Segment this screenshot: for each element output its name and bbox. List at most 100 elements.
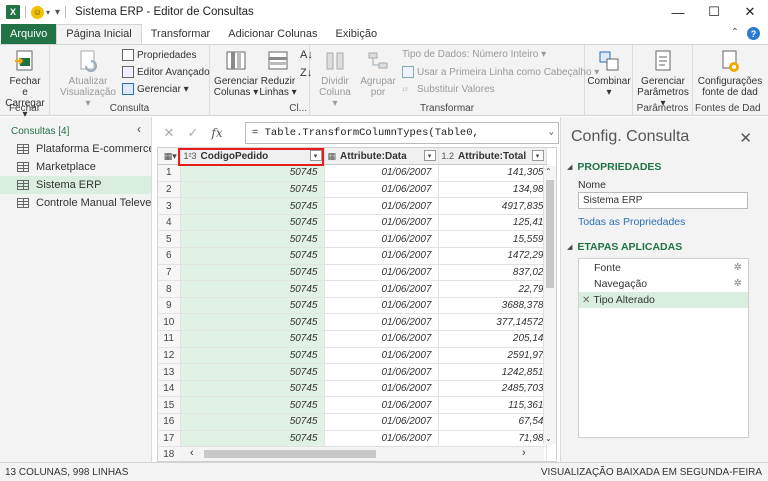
query-item-controle-manual[interactable]: Controle Manual Televe... xyxy=(0,194,151,212)
table-row[interactable]: 8 50745 01/06/2007 22,79 xyxy=(158,280,547,298)
cell-attribute-data[interactable]: 01/06/2007 xyxy=(324,430,439,448)
horizontal-scroll-thumb[interactable] xyxy=(204,450,376,458)
cell-attribute-data[interactable]: 01/06/2007 xyxy=(324,297,439,315)
cell-attribute-data[interactable]: 01/06/2007 xyxy=(324,380,439,398)
tab-exibicao[interactable]: Exibição xyxy=(327,24,387,44)
cell-codigopedido[interactable]: 50745 xyxy=(180,280,325,298)
confirm-formula-icon[interactable]: ✓ xyxy=(181,122,205,144)
collapse-ribbon-icon[interactable]: ⌃ xyxy=(731,27,739,40)
cell-codigopedido[interactable]: 50745 xyxy=(180,197,325,215)
cell-codigopedido[interactable]: 50745 xyxy=(180,347,325,365)
row-number[interactable]: 6 xyxy=(158,247,181,265)
table-row[interactable]: 6 50745 01/06/2007 1472,29 xyxy=(158,247,547,265)
cell-attribute-data[interactable]: 01/06/2007 xyxy=(324,363,439,381)
cell-attribute-total[interactable]: 4917,835 xyxy=(438,197,547,215)
data-type-dropdown[interactable]: Tipo de Dados: Número Inteiro ▾ xyxy=(402,49,546,60)
cell-codigopedido[interactable]: 50745 xyxy=(180,330,325,348)
table-row[interactable]: 1 50745 01/06/2007 141,305 xyxy=(158,164,547,182)
table-row[interactable]: 16 50745 01/06/2007 67,54 xyxy=(158,413,547,431)
table-row[interactable]: 14 50745 01/06/2007 2485,703 xyxy=(158,380,547,398)
row-number[interactable]: 5 xyxy=(158,230,181,249)
row-number[interactable]: 17 xyxy=(158,430,181,448)
cell-codigopedido[interactable]: 50745 xyxy=(180,264,325,282)
table-row[interactable]: 10 50745 01/06/2007 377,14572 xyxy=(158,313,547,332)
manage-query-button[interactable]: Gerenciar ▾ xyxy=(122,83,189,95)
all-properties-link[interactable]: Todas as Propriedades xyxy=(578,216,685,228)
tab-pagina-inicial[interactable]: Página Inicial xyxy=(56,24,142,44)
step-fonte[interactable]: Fonte ✲ xyxy=(579,260,748,276)
cell-attribute-total[interactable]: 141,305 xyxy=(438,164,547,182)
filter-dropdown-icon[interactable]: ▾ xyxy=(309,150,322,162)
table-row[interactable]: 12 50745 01/06/2007 2591,97 xyxy=(158,347,547,365)
vertical-scroll-thumb[interactable] xyxy=(546,180,554,288)
minimize-button[interactable]: — xyxy=(660,0,696,24)
scroll-left-icon[interactable]: ‹ xyxy=(190,447,194,459)
applied-steps-section-header[interactable]: ◢ ETAPAS APLICADAS xyxy=(567,241,682,253)
row-number[interactable]: 3 xyxy=(158,197,181,215)
cell-attribute-data[interactable]: 01/06/2007 xyxy=(324,347,439,365)
cell-attribute-data[interactable]: 01/06/2007 xyxy=(324,280,439,298)
cell-attribute-total[interactable]: 205,14 xyxy=(438,330,547,348)
table-row[interactable]: 5 50745 01/06/2007 15,559 xyxy=(158,230,547,249)
row-number[interactable]: 7 xyxy=(158,264,181,282)
combine-button[interactable]: Combinar ▾ xyxy=(587,48,631,98)
quick-access-customize-icon[interactable]: ▾ xyxy=(55,7,60,18)
group-by-button[interactable]: Agrupar por xyxy=(358,48,398,98)
horizontal-scrollbar[interactable]: ‹ › xyxy=(180,446,544,461)
cell-codigopedido[interactable]: 50745 xyxy=(180,413,325,431)
cell-attribute-data[interactable]: 01/06/2007 xyxy=(324,313,439,332)
cell-attribute-total[interactable]: 115,361 xyxy=(438,396,547,414)
column-header-codigopedido[interactable]: 1²3 CodigoPedido ▾ xyxy=(180,148,325,166)
table-row[interactable]: 11 50745 01/06/2007 205,14 xyxy=(158,330,547,348)
row-number[interactable]: 18 xyxy=(158,446,181,461)
cell-attribute-data[interactable]: 01/06/2007 xyxy=(324,197,439,215)
cell-attribute-data[interactable]: 01/06/2007 xyxy=(324,214,439,232)
cell-attribute-total[interactable]: 2485,703 xyxy=(438,380,547,398)
scroll-right-icon[interactable]: › xyxy=(522,447,526,459)
cell-attribute-data[interactable]: 01/06/2007 xyxy=(324,330,439,348)
date-type-icon[interactable]: ▦ xyxy=(328,151,337,162)
split-column-button[interactable]: Dividir Coluna ▾ xyxy=(316,48,354,109)
cell-attribute-total[interactable]: 67,54 xyxy=(438,413,547,431)
cell-attribute-total[interactable]: 2591,97 xyxy=(438,347,547,365)
cell-attribute-data[interactable]: 01/06/2007 xyxy=(324,181,439,199)
table-row[interactable]: 15 50745 01/06/2007 115,361 xyxy=(158,396,547,414)
table-row[interactable]: 4 50745 01/06/2007 125,41 xyxy=(158,214,547,232)
row-number[interactable]: 8 xyxy=(158,280,181,298)
tab-transformar[interactable]: Transformar xyxy=(142,24,220,44)
cancel-formula-icon[interactable]: ✕ xyxy=(157,122,181,144)
close-settings-icon[interactable]: ✕ xyxy=(739,129,752,147)
row-number[interactable]: 4 xyxy=(158,214,181,232)
query-item-plataforma[interactable]: Plataforma E-commerce xyxy=(0,140,151,158)
reduce-rows-button[interactable]: Reduzir Linhas ▾ xyxy=(258,48,298,98)
expand-formula-icon[interactable]: ⌄ xyxy=(549,127,554,137)
feedback-smiley-icon[interactable]: ☺ xyxy=(31,5,44,19)
step-navegacao[interactable]: Navegação ✲ xyxy=(579,276,748,292)
scroll-down-icon[interactable]: ⌄ xyxy=(545,434,552,443)
table-row[interactable]: 7 50745 01/06/2007 837,02 xyxy=(158,264,547,282)
table-row[interactable]: 3 50745 01/06/2007 4917,835 xyxy=(158,197,547,215)
table-row[interactable]: 13 50745 01/06/2007 1242,851 xyxy=(158,363,547,381)
cell-attribute-data[interactable]: 01/06/2007 xyxy=(324,396,439,414)
use-first-row-header-button[interactable]: Usar a Primeira Linha como Cabeçalho ▾ xyxy=(402,66,599,78)
cell-attribute-total[interactable]: 134,98 xyxy=(438,181,547,199)
table-row[interactable]: 17 50745 01/06/2007 71,98 xyxy=(158,430,547,448)
step-settings-gear-icon[interactable]: ✲ xyxy=(734,278,742,289)
tab-adicionar-colunas[interactable]: Adicionar Colunas xyxy=(219,24,326,44)
cell-codigopedido[interactable]: 50745 xyxy=(180,230,325,249)
query-item-marketplace[interactable]: Marketplace xyxy=(0,158,151,176)
cell-attribute-data[interactable]: 01/06/2007 xyxy=(324,264,439,282)
cell-attribute-total[interactable]: 837,02 xyxy=(438,264,547,282)
scroll-up-icon[interactable]: ⌃ xyxy=(545,167,552,176)
cell-attribute-data[interactable]: 01/06/2007 xyxy=(324,247,439,265)
fx-icon[interactable]: fx xyxy=(205,122,229,144)
refresh-preview-button[interactable]: Atualizar Visualização ▾ xyxy=(58,48,118,109)
cell-codigopedido[interactable]: 50745 xyxy=(180,313,325,332)
cell-codigopedido[interactable]: 50745 xyxy=(180,380,325,398)
cell-codigopedido[interactable]: 50745 xyxy=(180,297,325,315)
row-number[interactable]: 16 xyxy=(158,413,181,431)
close-button[interactable]: ✕ xyxy=(732,0,768,24)
row-number[interactable]: 1 xyxy=(158,164,181,182)
help-icon[interactable]: ? xyxy=(747,27,760,40)
manage-parameters-button[interactable]: Gerenciar Parâmetros ▾ xyxy=(635,48,691,109)
